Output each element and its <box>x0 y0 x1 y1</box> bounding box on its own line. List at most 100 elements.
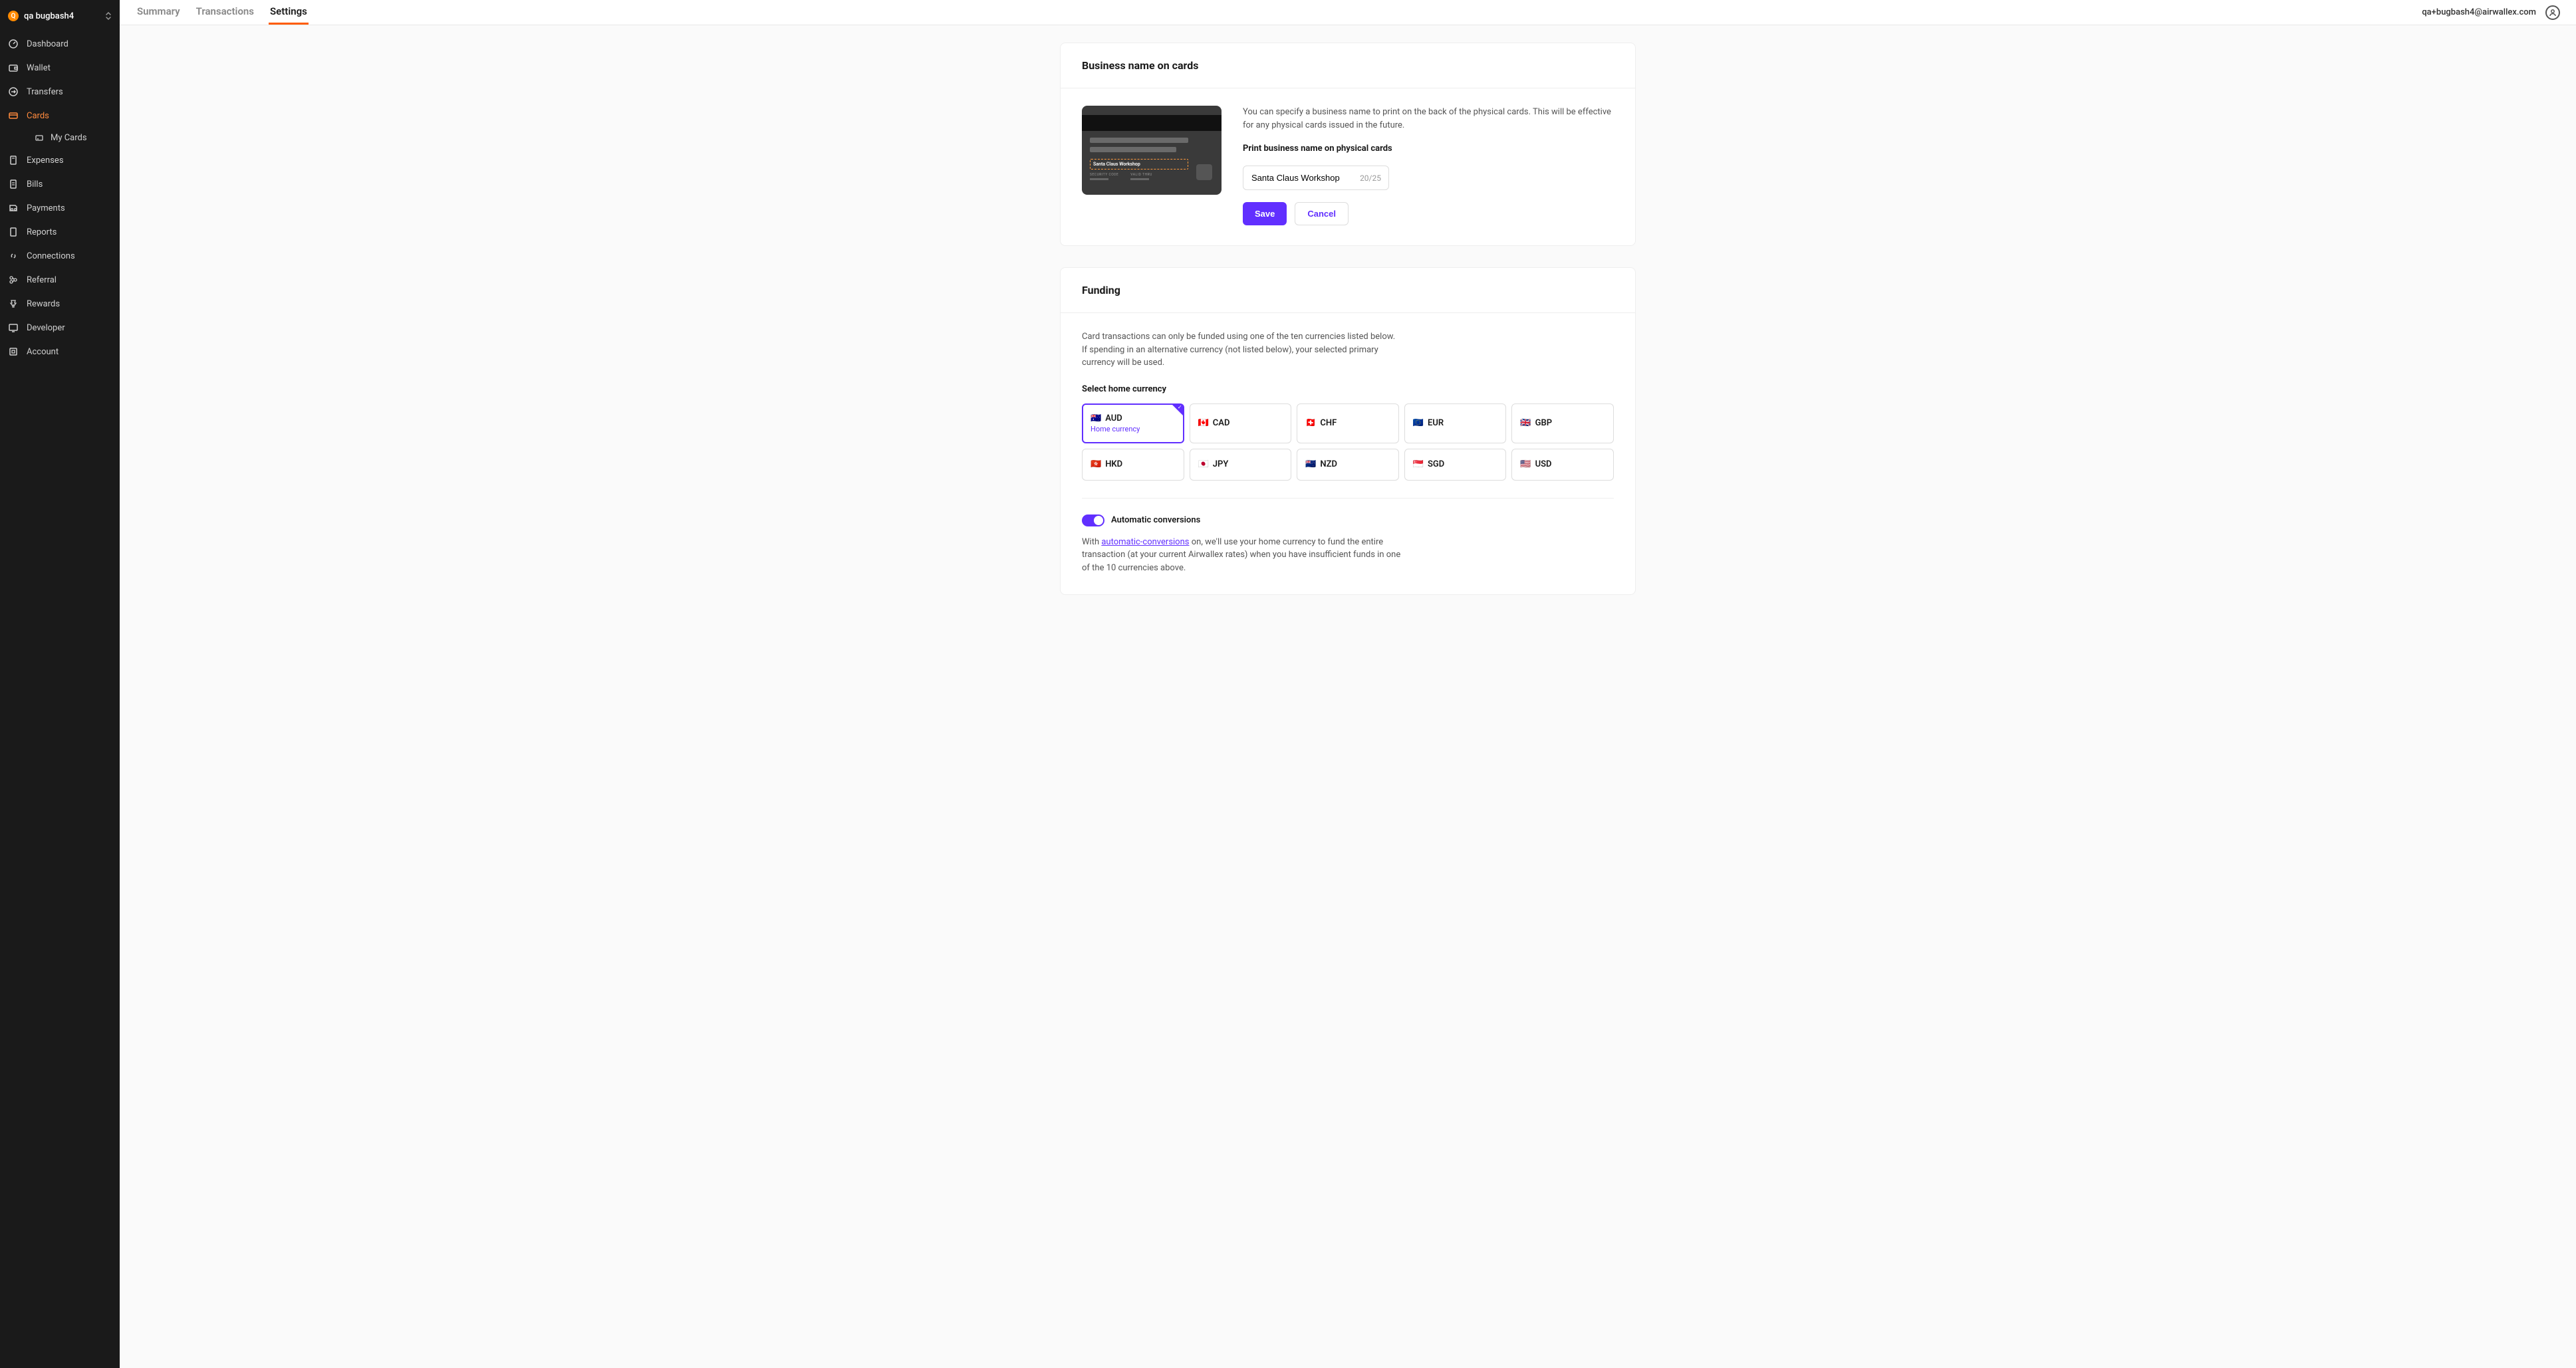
auto-conversions-link[interactable]: automatic-conversions <box>1101 537 1189 547</box>
wallet-icon <box>8 62 19 73</box>
currency-option-chf[interactable]: 🇨🇭 CHF <box>1297 403 1399 443</box>
currency-option-hkd[interactable]: 🇭🇰 HKD <box>1082 449 1184 481</box>
auto-conversions-description: With automatic-conversions on, we'll use… <box>1082 536 1408 575</box>
currency-code-label: EUR <box>1428 418 1444 428</box>
flag-icon: 🇭🇰 <box>1091 459 1101 469</box>
org-selector[interactable]: Q qa bugbash4 <box>0 8 120 32</box>
sidebar: Q qa bugbash4 Dashboard Wallet Transfers… <box>0 0 120 1368</box>
content: Business name on cards Santa Claus Works… <box>120 25 2576 1368</box>
divider <box>1082 498 1614 499</box>
tabs: Summary Transactions Settings <box>136 0 309 25</box>
flag-icon: 🇯🇵 <box>1198 459 1209 469</box>
currency-option-sgd[interactable]: 🇸🇬 SGD <box>1404 449 1507 481</box>
card-security-label: SECURITY CODE <box>1090 173 1118 180</box>
sidebar-item-label: Developer <box>27 323 65 333</box>
sidebar-item-rewards[interactable]: Rewards <box>0 292 120 316</box>
currency-code-label: AUD <box>1105 413 1122 423</box>
sidebar-item-label: Reports <box>27 227 57 237</box>
sidebar-sub-cards: My Cards <box>0 128 120 148</box>
developer-icon <box>8 322 19 333</box>
card-chip <box>1196 164 1212 180</box>
sidebar-item-label: Cards <box>27 111 49 121</box>
section-title: Funding <box>1061 268 1635 313</box>
sidebar-item-developer[interactable]: Developer <box>0 316 120 340</box>
org-name: qa bugbash4 <box>24 11 100 21</box>
payments-icon <box>8 203 19 213</box>
sidebar-item-account[interactable]: Account <box>0 340 120 364</box>
currency-code-label: SGD <box>1428 459 1444 469</box>
currency-code-label: CAD <box>1213 418 1230 428</box>
currency-code-label: USD <box>1535 459 1552 469</box>
sidebar-item-label: Bills <box>27 179 43 189</box>
cancel-button[interactable]: Cancel <box>1295 202 1349 225</box>
card-valid-label: VALID THRU <box>1130 173 1152 180</box>
sidebar-item-label: Connections <box>27 251 75 261</box>
business-name-field-label: Print business name on physical cards <box>1243 144 1614 154</box>
currency-option-cad[interactable]: 🇨🇦CAD <box>1190 403 1292 443</box>
save-button[interactable]: Save <box>1243 202 1287 225</box>
currency-code-label: JPY <box>1213 459 1229 469</box>
business-name-card: Business name on cards Santa Claus Works… <box>1060 43 1636 246</box>
sidebar-item-label: My Cards <box>51 133 87 143</box>
sidebar-item-label: Wallet <box>27 63 51 73</box>
sidebar-item-label: Account <box>27 347 59 357</box>
connections-icon <box>8 251 19 261</box>
card-magstripe <box>1082 115 1222 131</box>
funding-card: Funding Card transactions can only be fu… <box>1060 267 1636 595</box>
sidebar-item-expenses[interactable]: Expenses <box>0 148 120 172</box>
auto-conversions-label: Automatic conversions <box>1111 515 1200 525</box>
home-currency-tag: Home currency <box>1091 425 1176 433</box>
sidebar-item-payments[interactable]: Payments <box>0 196 120 220</box>
sidebar-item-reports[interactable]: Reports <box>0 220 120 244</box>
tab-summary[interactable]: Summary <box>136 0 182 25</box>
dashboard-icon <box>8 39 19 49</box>
card-name-text: Santa Claus Workshop <box>1093 162 1140 167</box>
business-name-description: You can specify a business name to print… <box>1243 106 1614 132</box>
currency-code-label: CHF <box>1320 418 1337 428</box>
flag-icon: 🇨🇭 <box>1305 418 1316 428</box>
sidebar-item-connections[interactable]: Connections <box>0 244 120 268</box>
sidebar-item-transfers[interactable]: Transfers <box>0 80 120 104</box>
input-char-counter: 20/25 <box>1360 173 1381 183</box>
my-cards-icon <box>35 134 44 143</box>
main: Summary Transactions Settings qa+bugbash… <box>120 0 2576 1368</box>
auto-conversions-toggle[interactable] <box>1082 514 1104 526</box>
sidebar-item-label: Referral <box>27 275 57 285</box>
currency-option-gbp[interactable]: 🇬🇧 GBP <box>1511 403 1614 443</box>
tab-transactions[interactable]: Transactions <box>195 0 255 25</box>
flag-icon: 🇳🇿 <box>1305 459 1316 469</box>
currency-option-nzd[interactable]: 🇳🇿NZD <box>1297 449 1399 481</box>
sidebar-item-cards[interactable]: Cards <box>0 104 120 128</box>
reports-icon <box>8 227 19 237</box>
sidebar-item-label: Expenses <box>27 156 64 166</box>
org-avatar: Q <box>8 11 19 21</box>
tab-settings[interactable]: Settings <box>269 0 309 25</box>
nav: Dashboard Wallet Transfers Cards My Card… <box>0 32 120 364</box>
flag-icon: 🇺🇸 <box>1520 459 1531 469</box>
flag-icon: 🇦🇺 <box>1091 413 1101 423</box>
currency-option-usd[interactable]: 🇺🇸 USD <box>1511 449 1614 481</box>
currency-code-label: HKD <box>1105 459 1122 469</box>
expenses-icon <box>8 155 19 166</box>
sidebar-item-dashboard[interactable]: Dashboard <box>0 32 120 56</box>
sidebar-item-my-cards[interactable]: My Cards <box>27 128 120 148</box>
bills-icon <box>8 179 19 189</box>
currency-code-label: GBP <box>1535 418 1552 428</box>
topbar: Summary Transactions Settings qa+bugbash… <box>120 0 2576 25</box>
sidebar-item-referral[interactable]: Referral <box>0 268 120 292</box>
chevron-updown-icon <box>105 11 112 21</box>
sidebar-item-label: Payments <box>27 203 65 213</box>
card-name-highlight: Santa Claus Workshop <box>1090 159 1188 170</box>
currency-option-aud[interactable]: 🇦🇺 AUD Home currency <box>1082 403 1184 443</box>
card-preview: Santa Claus Workshop SECURITY CODE VALID… <box>1082 106 1222 195</box>
account-icon <box>8 346 19 357</box>
currency-option-jpy[interactable]: 🇯🇵 JPY <box>1190 449 1292 481</box>
sidebar-item-wallet[interactable]: Wallet <box>0 56 120 80</box>
currency-option-eur[interactable]: 🇪🇺EUR <box>1404 403 1507 443</box>
flag-icon: 🇸🇬 <box>1413 459 1424 469</box>
flag-icon: 🇬🇧 <box>1520 418 1531 428</box>
user-avatar-icon[interactable] <box>2545 5 2560 20</box>
sidebar-item-bills[interactable]: Bills <box>0 172 120 196</box>
cards-icon <box>8 110 19 121</box>
rewards-icon <box>8 298 19 309</box>
